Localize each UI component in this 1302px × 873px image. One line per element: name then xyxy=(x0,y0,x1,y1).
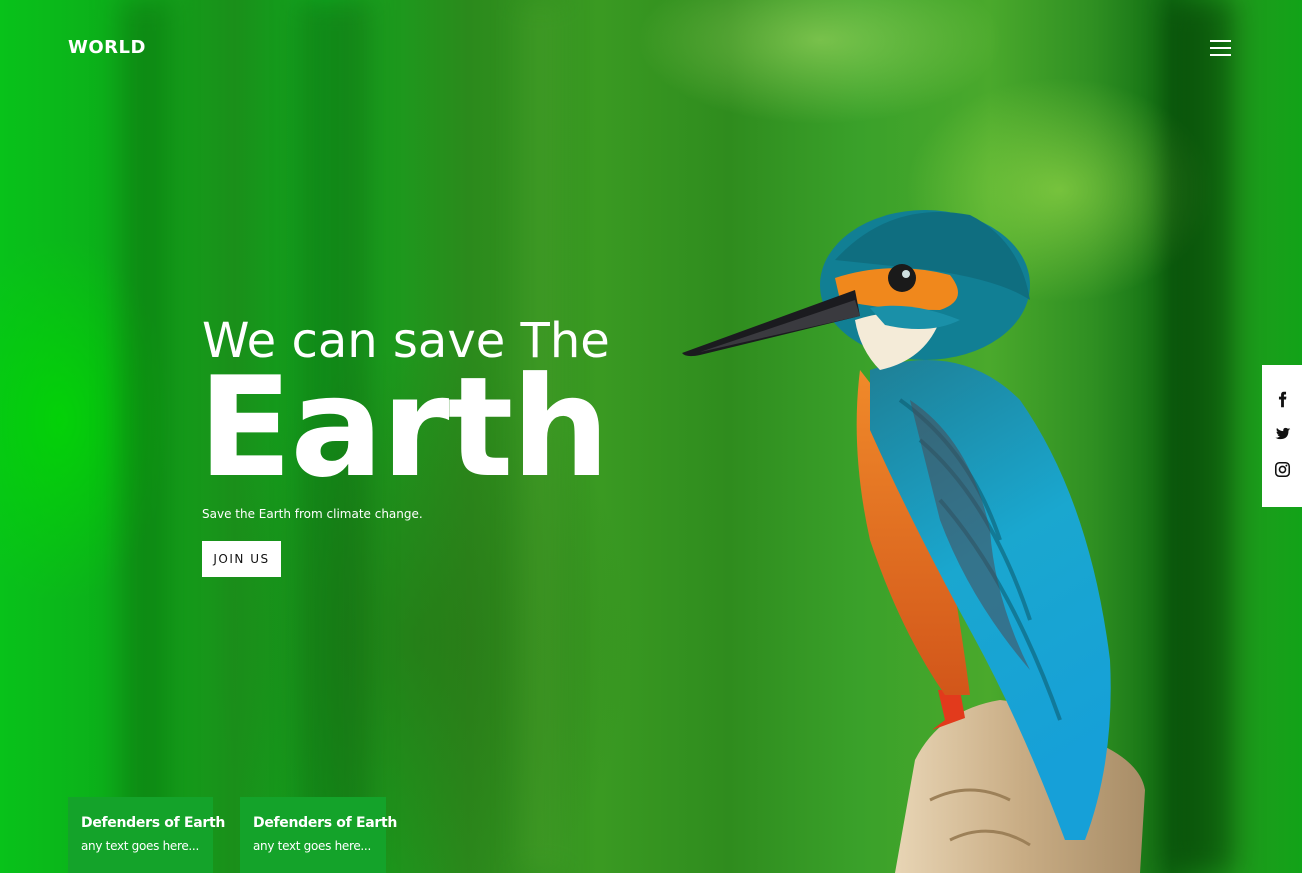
card-title: Defenders of Earth xyxy=(253,815,398,831)
hero-headline: Earth xyxy=(198,347,610,508)
menu-line xyxy=(1210,47,1231,49)
site-logo[interactable]: WORLD xyxy=(68,37,146,58)
join-us-button[interactable]: JOIN US xyxy=(202,541,281,577)
background-blur xyxy=(1165,0,1235,873)
kingfisher-bird-photo xyxy=(682,210,1145,873)
card-text: any text goes here... xyxy=(253,839,371,853)
instagram-icon[interactable] xyxy=(1274,461,1291,478)
facebook-icon[interactable] xyxy=(1274,391,1291,408)
hero-tagline: Save the Earth from climate change. xyxy=(202,507,423,521)
social-bar xyxy=(1262,365,1302,507)
menu-line xyxy=(1210,40,1231,42)
feature-card[interactable]: Defenders of Earth any text goes here... xyxy=(68,797,225,873)
twitter-icon[interactable] xyxy=(1274,426,1291,443)
card-text: any text goes here... xyxy=(81,839,199,853)
menu-line xyxy=(1210,54,1231,56)
card-title: Defenders of Earth xyxy=(81,815,226,831)
hamburger-menu-icon[interactable] xyxy=(1210,40,1231,58)
feature-card[interactable]: Defenders of Earth any text goes here... xyxy=(240,797,397,873)
background-blur xyxy=(120,0,170,873)
hero-section: WORLD We can save The Earth Save the Ear… xyxy=(0,0,1302,873)
